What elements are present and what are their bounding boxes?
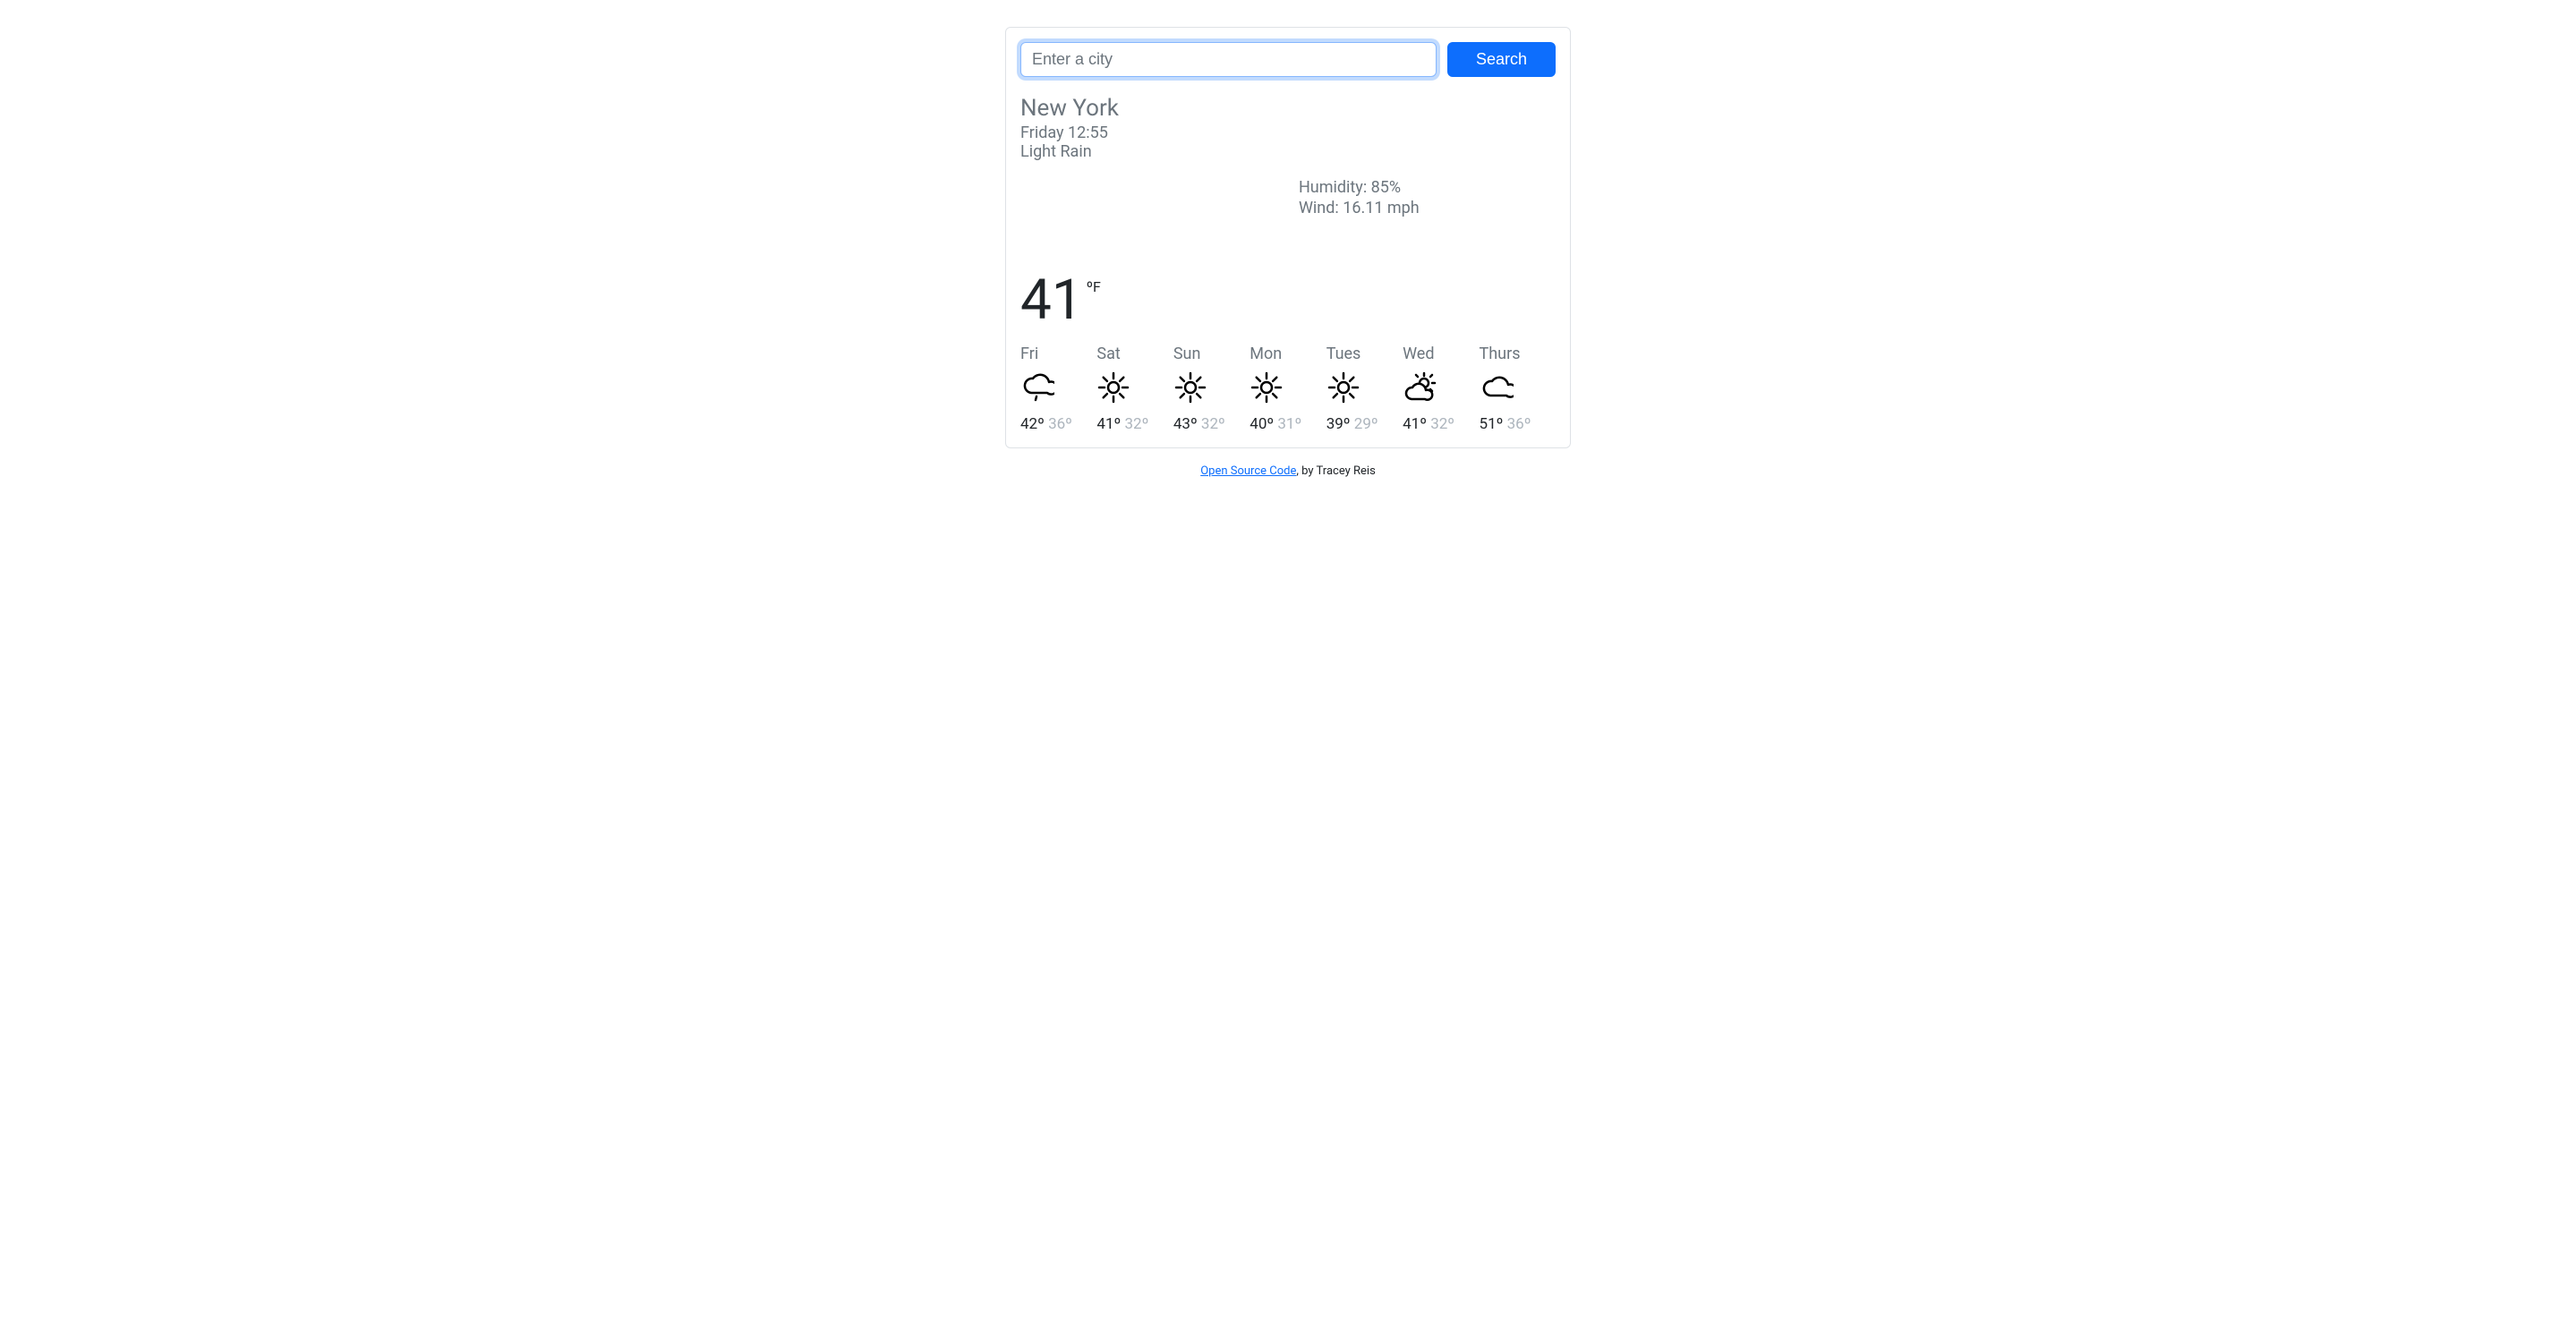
temp-low: 32º: [1430, 415, 1454, 433]
temp-low: 36º: [1507, 415, 1531, 433]
cloud-icon: [1480, 370, 1514, 404]
forecast-row: Fri 42º 36º Sat 41º 32º Sun 43º 32º Mon: [1020, 345, 1556, 433]
temp-high: 39º: [1326, 415, 1351, 433]
temp-high: 40º: [1250, 415, 1274, 433]
day-label: Sat: [1096, 345, 1173, 363]
details-row: Humidity: 85% Wind: 16.11 mph: [1020, 165, 1556, 219]
sun-icon: [1173, 370, 1207, 404]
day-temps: 42º 36º: [1020, 415, 1096, 433]
forecast-day: Thurs 51º 36º: [1480, 345, 1556, 433]
temp-unit: ºF: [1087, 278, 1101, 295]
day-label: Wed: [1403, 345, 1479, 363]
humidity-value: 85%: [1371, 178, 1401, 197]
city-search-input[interactable]: [1020, 42, 1437, 77]
temp-high: 41º: [1096, 415, 1121, 433]
day-label: Fri: [1020, 345, 1096, 363]
sun-icon: [1096, 370, 1130, 404]
current-temp-row: 41 ºF: [1020, 273, 1556, 328]
partly-cloudy-icon: [1403, 370, 1437, 404]
temp-high: 41º: [1403, 415, 1427, 433]
temp-high: 51º: [1480, 415, 1504, 433]
forecast-day: Sun 43º 32º: [1173, 345, 1250, 433]
day-temps: 41º 32º: [1096, 415, 1173, 433]
day-temps: 39º 29º: [1326, 415, 1403, 433]
temp-low: 29º: [1354, 415, 1378, 433]
city-name: New York: [1020, 95, 1556, 122]
forecast-day: Fri 42º 36º: [1020, 345, 1096, 433]
open-source-link[interactable]: Open Source Code: [1200, 464, 1296, 478]
rain-icon: [1020, 370, 1054, 404]
day-label: Sun: [1173, 345, 1250, 363]
current-datetime: Friday 12:55: [1020, 123, 1556, 142]
forecast-day: Sat 41º 32º: [1096, 345, 1173, 433]
day-temps: 51º 36º: [1480, 415, 1556, 433]
current-condition: Light Rain: [1020, 142, 1556, 161]
humidity: Humidity: 85%: [1299, 177, 1556, 198]
day-temps: 41º 32º: [1403, 415, 1479, 433]
sun-icon: [1250, 370, 1284, 404]
footer-byline: , by Tracey Reis: [1296, 464, 1375, 478]
wind-label: Wind:: [1299, 199, 1343, 217]
temp-high: 43º: [1173, 415, 1198, 433]
wind-value: 16.11 mph: [1343, 199, 1419, 217]
weather-card: Search New York Friday 12:55 Light Rain …: [1005, 27, 1571, 448]
temp-low: 32º: [1201, 415, 1225, 433]
temp-high: 42º: [1020, 415, 1045, 433]
forecast-day: Tues 39º 29º: [1326, 345, 1403, 433]
temp-low: 32º: [1125, 415, 1149, 433]
forecast-day: Wed 41º 32º: [1403, 345, 1479, 433]
day-temps: 40º 31º: [1250, 415, 1326, 433]
day-temps: 43º 32º: [1173, 415, 1250, 433]
temp-low: 36º: [1048, 415, 1072, 433]
sun-icon: [1326, 370, 1361, 404]
wind: Wind: 16.11 mph: [1299, 198, 1556, 218]
forecast-day: Mon 40º 31º: [1250, 345, 1326, 433]
humidity-label: Humidity:: [1299, 178, 1371, 197]
footer: Open Source Code, by Tracey Reis: [27, 464, 2549, 478]
search-row: Search: [1020, 42, 1556, 77]
temp-low: 31º: [1277, 415, 1301, 433]
current-temp: 41: [1020, 273, 1083, 328]
day-label: Mon: [1250, 345, 1326, 363]
day-label: Thurs: [1480, 345, 1556, 363]
day-label: Tues: [1326, 345, 1403, 363]
search-button[interactable]: Search: [1447, 42, 1556, 77]
